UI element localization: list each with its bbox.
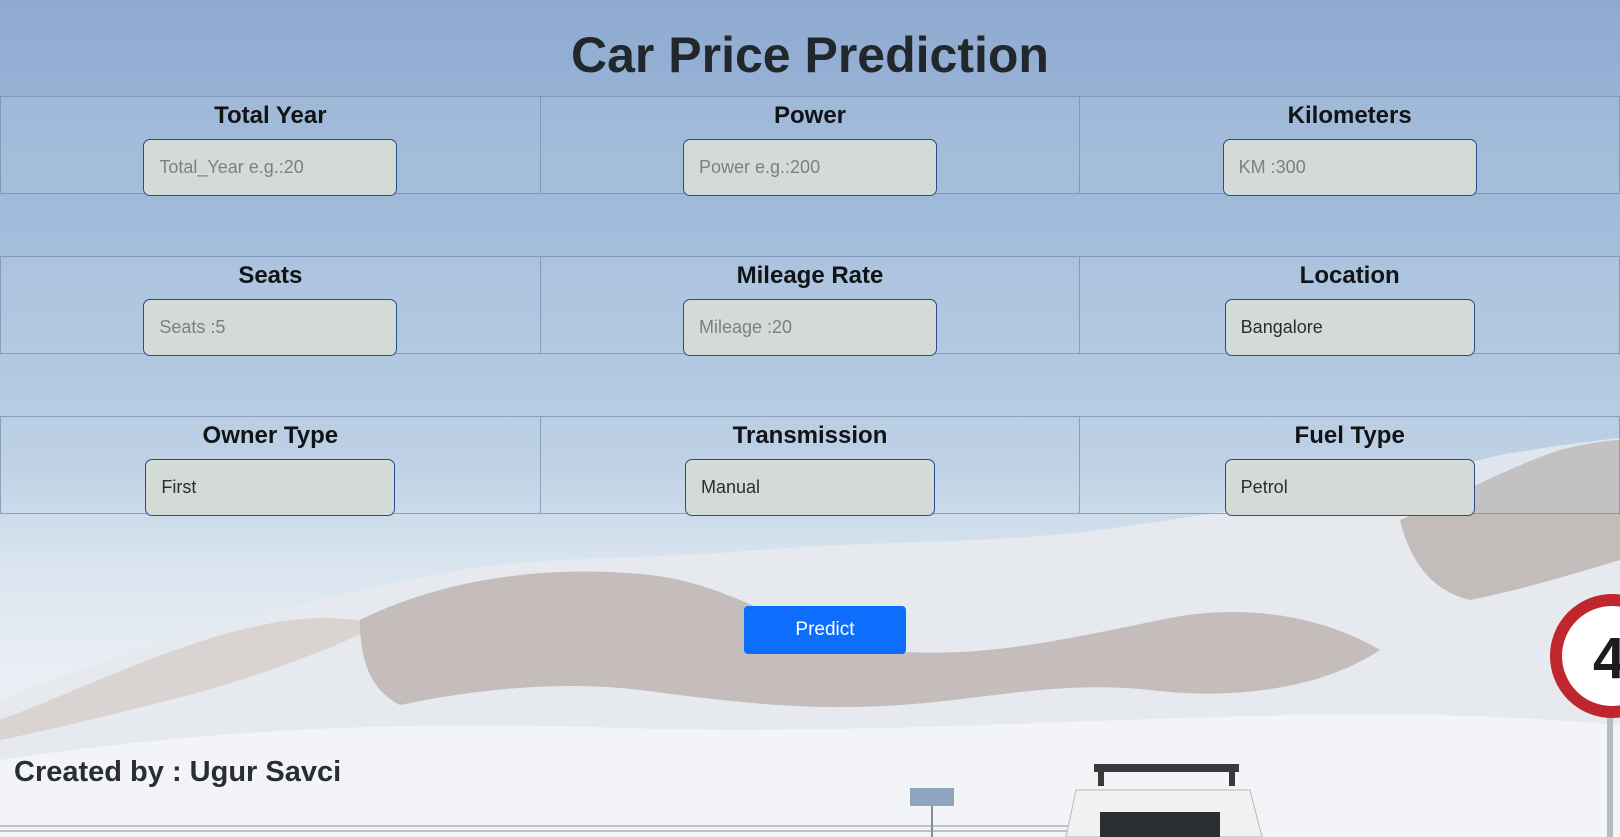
kilometers-label: Kilometers: [1287, 102, 1412, 129]
kilometers-group: Kilometers: [1080, 96, 1620, 196]
power-group: Power: [540, 96, 1081, 196]
owner-type-group: Owner Type First: [0, 416, 541, 516]
mileage-rate-label: Mileage Rate: [736, 262, 884, 289]
footer-credit: Created by : Ugur Savci: [14, 756, 342, 788]
speed-sign-text: 4: [1593, 626, 1620, 691]
total-year-group: Total Year: [0, 96, 541, 196]
seats-label: Seats: [238, 262, 303, 289]
total-year-label: Total Year: [214, 102, 327, 129]
kilometers-input[interactable]: [1222, 139, 1477, 196]
transmission-group: Transmission Manual: [540, 416, 1081, 516]
location-label: Location: [1299, 262, 1400, 289]
form-row-1: Total Year Power Kilometers: [0, 96, 1620, 196]
fuel-type-select[interactable]: Petrol: [1224, 459, 1475, 516]
predict-button[interactable]: Predict: [744, 606, 906, 654]
page-title: Car Price Prediction: [571, 27, 1049, 83]
owner-type-select[interactable]: First: [145, 459, 396, 516]
transmission-select[interactable]: Manual: [685, 459, 935, 516]
owner-type-label: Owner Type: [202, 422, 339, 449]
form-row-3: Owner Type First Transmission Manual Fue…: [0, 416, 1620, 516]
power-input[interactable]: [683, 139, 937, 196]
mileage-input[interactable]: [683, 299, 937, 356]
seats-group: Seats: [0, 256, 541, 356]
location-select[interactable]: Bangalore: [1224, 299, 1475, 356]
form-row-2: Seats Mileage Rate Location Bangalore: [0, 256, 1620, 356]
seats-input[interactable]: [143, 299, 398, 356]
total-year-input[interactable]: [143, 139, 398, 196]
power-label: Power: [773, 102, 847, 129]
fuel-type-label: Fuel Type: [1294, 422, 1405, 449]
mileage-rate-group: Mileage Rate: [540, 256, 1081, 356]
location-group: Location Bangalore: [1080, 256, 1620, 356]
fuel-type-group: Fuel Type Petrol: [1080, 416, 1620, 516]
transmission-label: Transmission: [732, 422, 888, 449]
